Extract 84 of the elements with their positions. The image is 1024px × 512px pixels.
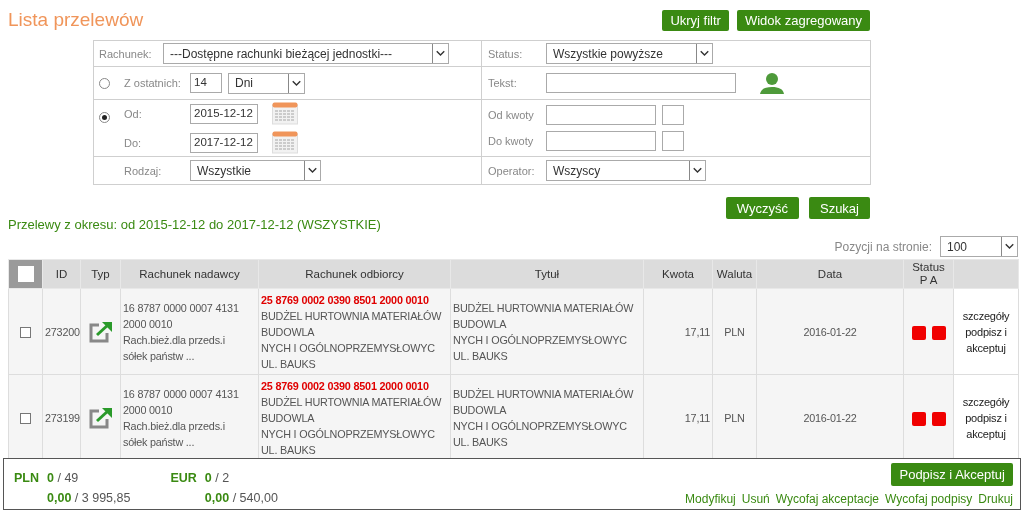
table-cell: 17,11 <box>643 374 713 461</box>
column-header: ID <box>42 259 81 289</box>
operator-select[interactable]: Wszyscy <box>546 160 706 181</box>
column-header: Status P A <box>903 259 954 289</box>
cents-input[interactable] <box>662 105 684 125</box>
outgoing-transfer-icon <box>88 320 113 343</box>
field-label: Tekst: <box>488 77 518 89</box>
text-input[interactable] <box>546 73 736 93</box>
table-cell: 25 8769 0002 0390 8501 2000 0010 BUDŻEL HURTOWNIA MATERIAŁÓW BUDOWLA NYCH I OGÓLNOPRZEMYSŁOWYC UL. BAUKS <box>258 288 451 375</box>
table-cell: PLN <box>712 288 757 375</box>
calendar-icon <box>272 131 298 154</box>
caret-icon <box>1001 237 1017 256</box>
status-select[interactable]: Wszystkie powyższe <box>546 43 713 64</box>
action-link[interactable]: Drukuj <box>978 492 1013 506</box>
field-label: Z ostatnich: <box>124 77 182 89</box>
date-input[interactable]: 2017-12-12 <box>190 132 258 153</box>
table-cell: 17,11 <box>643 288 713 375</box>
action-link[interactable]: Modyfikuj <box>685 492 736 506</box>
days-input[interactable]: 14 <box>190 73 222 93</box>
action-link[interactable]: podpisz i akceptuj <box>956 409 1016 442</box>
column-header: Tytuł <box>450 259 644 289</box>
column-header: Data <box>756 259 904 289</box>
outgoing-transfer-icon <box>88 406 113 429</box>
amount-input[interactable] <box>546 105 656 125</box>
cents-input[interactable] <box>662 131 684 151</box>
field-label: Rodzaj: <box>124 164 163 177</box>
person-icon[interactable] <box>760 72 784 94</box>
type-select[interactable]: Wszystkie <box>190 160 321 181</box>
caret-icon <box>288 73 304 93</box>
field-label: Do kwoty <box>488 135 535 147</box>
period-text: Przelewy z okresu: od 2015-12-12 do 2017-12-12 (WSZYSTKIE) <box>8 217 382 232</box>
table-cell: 273200 <box>42 288 81 375</box>
field-label: Status: <box>488 47 524 60</box>
toolbar-button[interactable]: Ukryj filtr <box>662 10 729 31</box>
caret-icon <box>696 44 712 63</box>
row-checkbox[interactable] <box>20 413 31 425</box>
table-cell: BUDŻEL HURTOWNIA MATERIAŁÓW BUDOWLA NYCH I OGÓLNOPRZEMYSŁOWYC UL. BAUKS <box>450 288 644 375</box>
page-title: Lista przelewów <box>8 9 144 31</box>
sign-accept-button[interactable]: Podpisz i Akceptuj <box>891 463 1013 486</box>
action-link[interactable]: Wycofaj podpisy <box>885 492 973 506</box>
page-size-select[interactable]: 100 <box>940 236 1018 257</box>
column-header: Rachunek nadawcy <box>120 259 259 289</box>
table-cell: 2016-01-22 <box>756 374 904 461</box>
action-link[interactable]: szczegóły <box>956 307 1016 324</box>
account-select[interactable]: ---Dostępne rachunki bieżącej jednostki--- <box>163 43 449 64</box>
field-label: Od kwoty <box>488 109 535 121</box>
caret-icon <box>432 44 448 63</box>
count-value: 0 / 2 <box>204 471 231 487</box>
caret-icon <box>689 161 705 180</box>
calendar-icon <box>272 102 298 125</box>
row-checkbox[interactable] <box>20 327 31 339</box>
select-all-checkbox[interactable] <box>17 266 34 282</box>
column-header: Rachunek odbiorcy <box>258 259 451 289</box>
action-link[interactable]: podpisz i akceptuj <box>956 323 1016 356</box>
unit-select[interactable]: Dni <box>228 72 305 94</box>
date-input[interactable]: 2015-12-12 <box>190 103 258 124</box>
filter-button[interactable]: Wyczyść <box>725 197 799 219</box>
sum-value: 0,00 / 3 995,85 <box>47 491 131 507</box>
field-label: Od: <box>124 107 143 120</box>
column-header: Waluta <box>712 259 757 289</box>
filter-button[interactable]: Szukaj <box>808 197 870 219</box>
action-link[interactable]: szczegóły <box>956 393 1016 410</box>
toolbar-button[interactable]: Widok zagregowany <box>736 10 870 31</box>
caret-icon <box>304 161 320 180</box>
amount-input[interactable] <box>546 131 656 151</box>
field-label: Do: <box>124 136 143 149</box>
currency-label: EUR <box>170 471 197 487</box>
column-header: Typ <box>80 259 121 289</box>
field-label: Operator: <box>488 164 536 177</box>
table-cell: 16 8787 0000 0007 4131 2000 0010 Rach.bież.dla przeds.i sółek państw ... <box>120 374 259 461</box>
field-label: Rachunek: <box>99 47 153 60</box>
action-link[interactable]: Usuń <box>741 492 770 506</box>
column-header: Kwota <box>643 259 713 289</box>
count-value: 0 / 49 <box>47 471 80 487</box>
table-cell: PLN <box>712 374 757 461</box>
table-cell: 16 8787 0000 0007 4131 2000 0010 Rach.bież.dla przeds.i sółek państw ... <box>120 288 259 375</box>
table-cell: 25 8769 0002 0390 8501 2000 0010 BUDŻEL HURTOWNIA MATERIAŁÓW BUDOWLA NYCH I OGÓLNOPRZEMYSŁOWYC UL. BAUKS <box>258 374 451 461</box>
table-cell: 2016-01-22 <box>756 288 904 375</box>
action-link[interactable]: Wycofaj akceptacje <box>775 492 880 506</box>
currency-label: PLN <box>14 471 39 487</box>
page-size-label: Pozycji na stronie: <box>834 239 932 254</box>
table-cell: 273199 <box>42 374 81 461</box>
table-cell: BUDŻEL HURTOWNIA MATERIAŁÓW BUDOWLA NYCH I OGÓLNOPRZEMYSŁOWYC UL. BAUKS <box>450 374 644 461</box>
sum-value: 0,00 / 540,00 <box>204 491 278 507</box>
